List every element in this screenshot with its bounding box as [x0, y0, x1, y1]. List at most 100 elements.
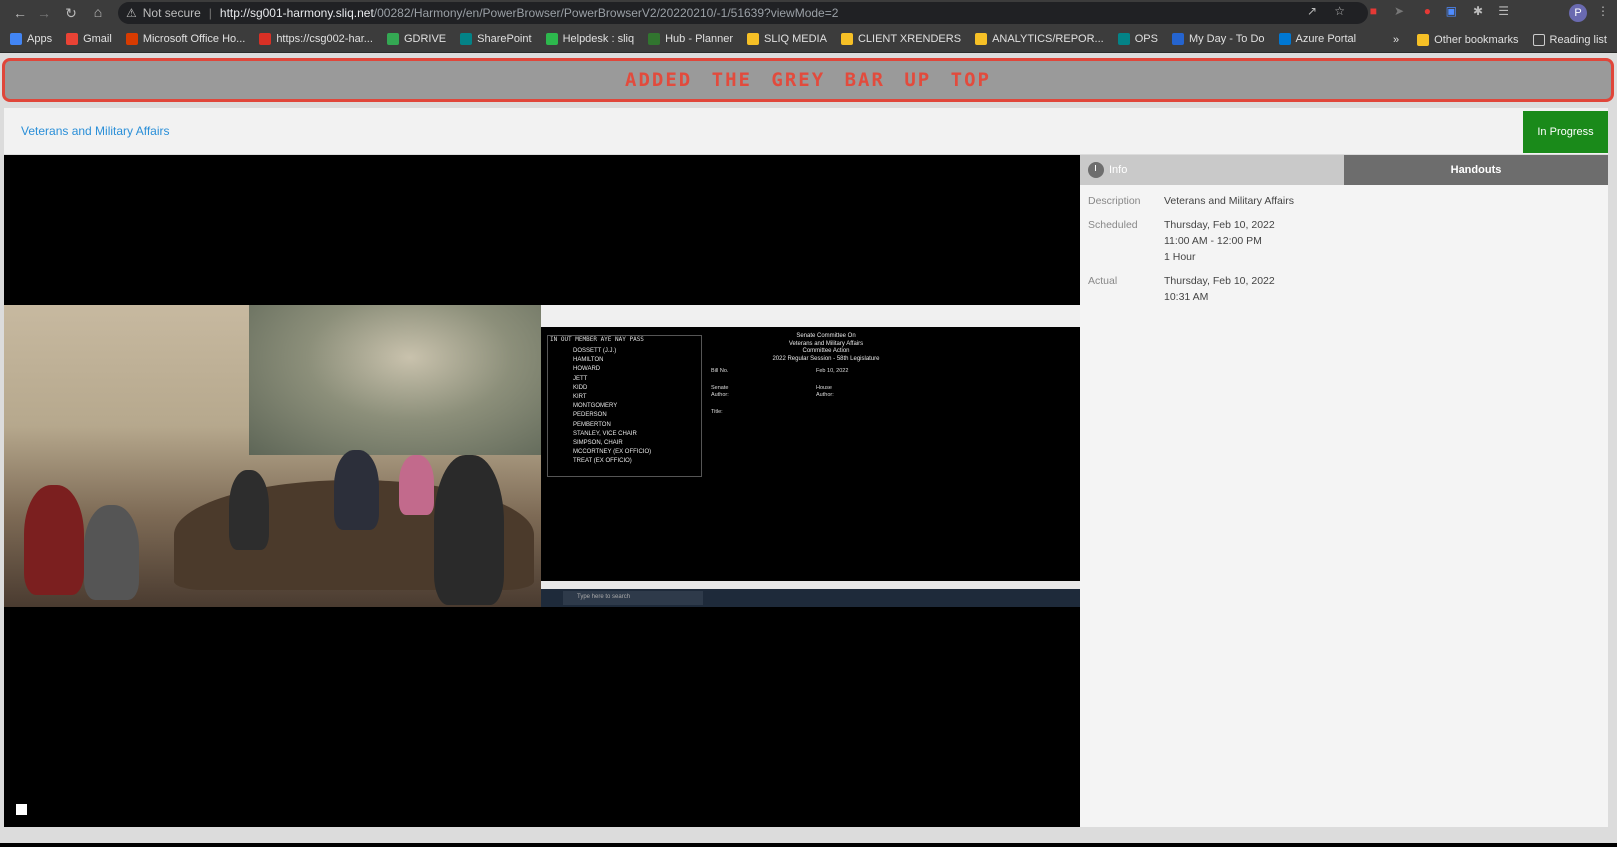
member-name: PEDERSON — [573, 412, 607, 419]
bookmark-label: GDRIVE — [403, 33, 447, 45]
senate-author-label: Senate Author: — [711, 385, 729, 398]
reload-icon[interactable]: ↻ — [57, 5, 85, 22]
bookmark-item[interactable]: CLIENT XRENDERS — [840, 33, 962, 45]
bookmark-icon — [259, 33, 272, 45]
member-name: JETT — [573, 375, 588, 382]
tab-info-label: Info — [1109, 164, 1128, 176]
bookmark-label: ANALYTICS/REPOR... — [992, 33, 1104, 45]
scheduled-row: Scheduled Thursday, Feb 10, 2022 11:00 A… — [1088, 217, 1294, 265]
bookmark-icon — [545, 33, 558, 45]
bookmark-label: Hub - Planner — [665, 33, 733, 45]
bookmark-icon — [125, 33, 138, 45]
tab-info[interactable]: Info — [1080, 155, 1344, 185]
person — [399, 455, 434, 515]
description-row: Description Veterans and Military Affair… — [1088, 193, 1294, 209]
member-name: KIRT — [573, 394, 587, 401]
bookmark-icon — [460, 33, 473, 45]
url-text[interactable]: http://sg001-harmony.sliq.net/00282/Harm… — [220, 6, 838, 20]
member-name: HAMILTON — [573, 357, 604, 364]
bookmark-item[interactable]: GDRIVE — [386, 33, 447, 45]
bookmark-icon — [746, 33, 759, 45]
committee-line: Committee Action — [802, 348, 850, 354]
committee-line: 2022 Regular Session - 58th Legislature — [772, 355, 880, 362]
actual-date: Thursday, Feb 10, 2022 — [1164, 275, 1275, 287]
actual-value: Thursday, Feb 10, 2022 10:31 AM — [1164, 273, 1275, 305]
member-name: KIDD — [573, 384, 588, 391]
page-bottom-edge — [0, 843, 1617, 847]
scheduled-value: Thursday, Feb 10, 2022 11:00 AM - 12:00 … — [1164, 217, 1275, 265]
media-icon[interactable]: ☰ — [1498, 4, 1509, 18]
scheduled-label: Scheduled — [1088, 219, 1138, 231]
bill-no-label: Bill No. — [711, 368, 729, 374]
committee-heading: Senate Committee On Veterans and Military… — [751, 333, 901, 363]
status-line — [541, 581, 1080, 589]
bookmark-item[interactable]: Helpdesk : sliq — [545, 33, 634, 45]
bookmark-item[interactable]: Gmail — [66, 33, 112, 45]
bookmark-item[interactable]: Hub - Planner — [648, 33, 733, 45]
bookmark-label: Azure Portal — [1295, 33, 1357, 45]
player-control-square[interactable] — [16, 804, 27, 815]
menu-icon[interactable]: ⋮ — [1597, 4, 1609, 18]
bookmark-label: Apps — [27, 33, 53, 45]
bookmark-icon — [1278, 33, 1291, 45]
bookmark-item[interactable]: Apps — [10, 33, 52, 45]
clock-icon — [1088, 162, 1104, 178]
extension-rocket-icon[interactable]: ➤ — [1394, 4, 1404, 18]
meeting-title-link[interactable]: Veterans and Military Affairs — [21, 124, 170, 138]
extension-blue-icon[interactable]: ▣ — [1446, 4, 1457, 18]
person — [229, 470, 269, 550]
bookmark-icon — [386, 33, 399, 45]
address-bar[interactable]: ⚠ Not secure | http://sg001-harmony.sliq… — [118, 2, 1368, 24]
reading-list[interactable]: Reading list — [1532, 33, 1607, 46]
other-bookmarks-folder[interactable]: Other bookmarks — [1417, 33, 1519, 46]
url-path: /00282/Harmony/en/PowerBrowser/PowerBrow… — [373, 6, 839, 20]
status-badge: In Progress — [1523, 111, 1608, 153]
member-list: DOSSETT (J.J.) HAMILTON HOWARD JETT KIDD KIRT… — [573, 347, 651, 467]
home-icon[interactable]: ⌂ — [84, 4, 112, 20]
video-player[interactable]: IN OUT MEMBER AYE NAY PASS DOSSETT (J.J.… — [4, 155, 1080, 827]
bookmark-label: Microsoft Office Ho... — [142, 33, 246, 45]
puzzle-icon[interactable]: ✱ — [1473, 4, 1483, 18]
forward-icon[interactable]: → — [30, 5, 58, 21]
reading-list-label: Reading list — [1549, 33, 1607, 46]
bookmark-item[interactable]: SLIQ MEDIA — [746, 33, 827, 45]
member-name: MCCORTNEY (EX OFFICIO) — [573, 449, 652, 456]
extension-record-icon[interactable]: ● — [1424, 4, 1431, 18]
star-icon[interactable]: ☆ — [1334, 4, 1345, 18]
bookmark-item[interactable]: Azure Portal — [1278, 33, 1357, 45]
bookmark-item[interactable]: ANALYTICS/REPOR... — [975, 33, 1104, 45]
scheduled-duration: 1 Hour — [1164, 251, 1196, 263]
browser-toolbar: ← → ↻ ⌂ ⚠ Not secure | http://sg001-harm… — [0, 0, 1617, 26]
description-label: Description — [1088, 195, 1141, 207]
member-name: TREAT (EX OFFICIO) — [573, 458, 632, 465]
member-name: STANLEY, VICE CHAIR — [573, 430, 637, 437]
share-icon[interactable]: ↗ — [1307, 4, 1317, 18]
more-bookmarks-button[interactable]: » — [1393, 34, 1399, 46]
actual-time: 10:31 AM — [1164, 291, 1209, 303]
mural-painting — [249, 305, 541, 455]
actual-label: Actual — [1088, 275, 1118, 287]
tab-handouts[interactable]: Handouts — [1344, 155, 1608, 185]
person — [84, 505, 139, 600]
bookmark-item[interactable]: SharePoint — [460, 33, 532, 45]
bookmark-item[interactable]: https://csg002-har... — [259, 33, 373, 45]
profile-avatar[interactable]: P — [1569, 4, 1587, 22]
bookmark-icon — [66, 33, 79, 45]
scheduled-time: 11:00 AM - 12:00 PM — [1164, 235, 1262, 247]
person — [24, 485, 84, 595]
info-panel: Info Handouts Description Veterans and M… — [1080, 155, 1608, 827]
bookmark-item[interactable]: Microsoft Office Ho... — [125, 33, 246, 45]
member-name: HOWARD — [573, 366, 601, 373]
divider: | — [208, 6, 212, 20]
meeting-header: Veterans and Military Affairs In Progres… — [4, 108, 1608, 154]
vote-screen: IN OUT MEMBER AYE NAY PASS DOSSETT (J.J.… — [541, 305, 1080, 607]
bookmark-icon — [10, 33, 22, 45]
extension-red-icon[interactable]: ■ — [1370, 4, 1377, 18]
bookmark-label: Gmail — [83, 33, 112, 45]
banner-text: ADDED THE GREY BAR UP TOP — [625, 69, 991, 91]
title-label: Title: — [711, 409, 723, 415]
bookmark-item[interactable]: My Day - To Do — [1171, 33, 1265, 45]
bookmark-label: CLIENT XRENDERS — [857, 33, 962, 45]
bookmark-icon — [840, 33, 853, 45]
bookmark-item[interactable]: OPS — [1117, 33, 1158, 45]
